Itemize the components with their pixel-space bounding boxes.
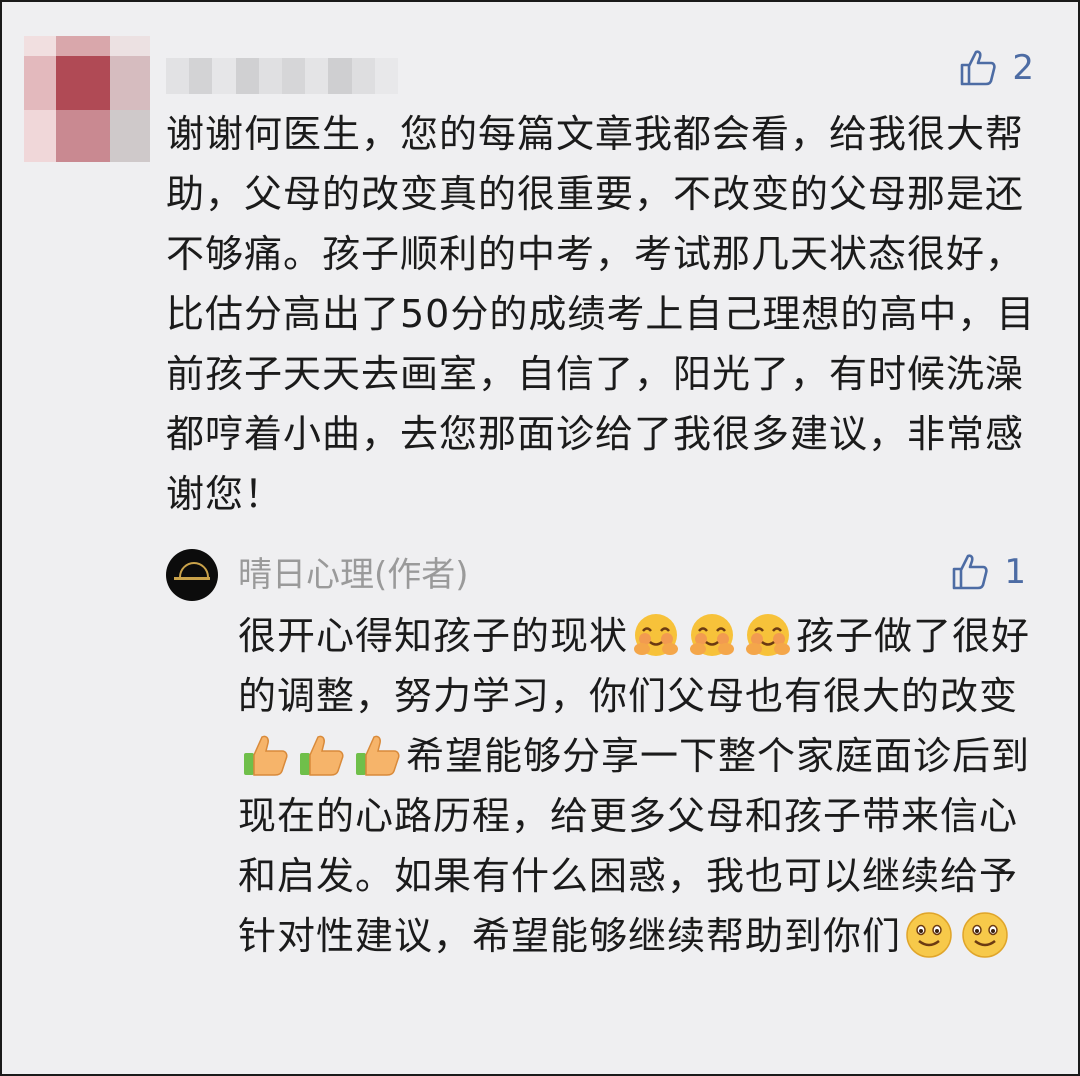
comment-like-count: 2 — [1012, 48, 1034, 88]
commenter-avatar[interactable] — [24, 36, 150, 162]
reply-body: 很开心得知孩子的现状 孩子做了很好的调整，努力学习，你们父母也有很大的改变 希望能够… — [238, 606, 1038, 966]
blush-emoji-icon — [630, 609, 682, 661]
smile-emoji-icon — [959, 909, 1011, 961]
comment-card: 2 谢谢何医生，您的每篇文章我都会看，给我很大帮助，父母的改变真的很重要，不改变… — [0, 0, 1080, 1076]
blush-emoji-icon — [742, 609, 794, 661]
thumb-up-icon — [961, 50, 997, 86]
thumbs-up-emoji-icon — [352, 729, 404, 781]
comment-like-button[interactable]: 2 — [958, 48, 1034, 88]
comment-body: 谢谢何医生，您的每篇文章我都会看，给我很大帮助，父母的改变真的很重要，不改变的父… — [166, 112, 1036, 516]
thumb-up-icon — [953, 554, 989, 590]
smile-emoji-icon — [903, 909, 955, 961]
commenter-name[interactable] — [166, 58, 399, 94]
blush-emoji-icon — [686, 609, 738, 661]
thumbs-up-emoji-icon — [296, 729, 348, 781]
reply-text-part-1: 很开心得知孩子的现状 — [238, 614, 629, 658]
reply-like-button[interactable]: 1 — [950, 552, 1026, 592]
reply-author-name[interactable]: 晴日心理(作者) — [238, 550, 469, 600]
author-avatar[interactable] — [166, 549, 218, 601]
thumbs-up-emoji-icon — [240, 729, 292, 781]
reply-like-count: 1 — [1004, 552, 1026, 592]
